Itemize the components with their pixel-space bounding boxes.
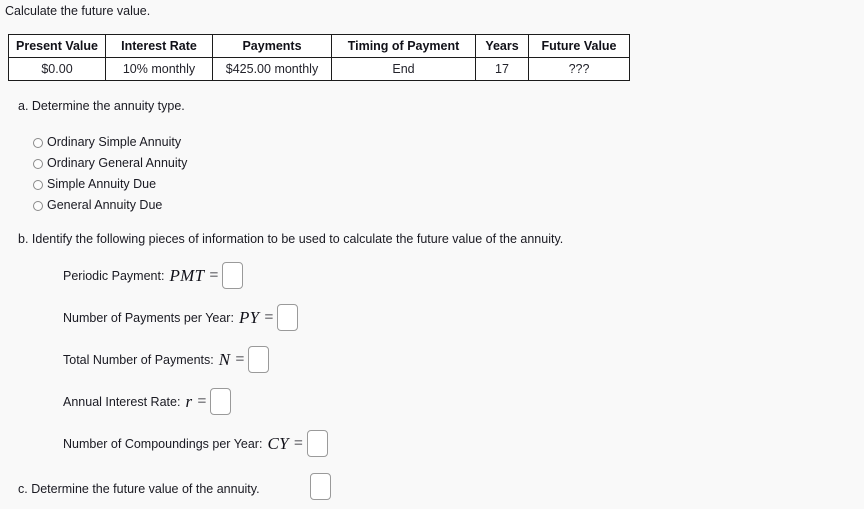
radio-label: Ordinary Simple Annuity bbox=[47, 135, 182, 149]
radio-option-ordinary-general-annuity[interactable]: Ordinary General Annuity bbox=[33, 153, 187, 174]
annuity-data-table: Present Value Interest Rate Payments Tim… bbox=[8, 34, 630, 81]
equals-sign: = bbox=[197, 392, 207, 410]
table-header-interest-rate: Interest Rate bbox=[105, 34, 213, 58]
equals-sign: = bbox=[235, 350, 245, 368]
input-periodic-payment[interactable] bbox=[222, 262, 244, 289]
field-total-number-of-payments: Total Number of Payments: N = bbox=[63, 346, 270, 373]
input-annual-interest-rate[interactable] bbox=[210, 388, 232, 415]
equals-sign: = bbox=[293, 434, 303, 452]
radio-option-simple-annuity-due[interactable]: Simple Annuity Due bbox=[33, 174, 187, 195]
radio-option-ordinary-simple-annuity[interactable]: Ordinary Simple Annuity bbox=[33, 132, 187, 153]
table-header-row: Present Value Interest Rate Payments Tim… bbox=[8, 34, 630, 58]
cell-timing-of-payment: End bbox=[331, 57, 476, 81]
table-header-payments: Payments bbox=[212, 34, 332, 58]
cell-payments: $425.00 monthly bbox=[212, 57, 332, 81]
equals-sign: = bbox=[209, 266, 219, 284]
field-label: Annual Interest Rate: bbox=[63, 394, 181, 409]
radio-circle-icon[interactable] bbox=[33, 137, 43, 148]
field-label: Total Number of Payments: bbox=[63, 352, 214, 367]
field-payments-per-year: Number of Payments per Year: PY = bbox=[63, 304, 299, 331]
part-a-prompt: a. Determine the annuity type. bbox=[18, 99, 185, 113]
math-symbol-cy: CY bbox=[267, 434, 289, 453]
part-b-prompt: b. Identify the following pieces of info… bbox=[18, 232, 564, 246]
math-symbol-py: PY bbox=[238, 308, 260, 327]
equals-sign: = bbox=[264, 308, 274, 326]
radio-circle-icon[interactable] bbox=[33, 158, 43, 169]
field-label: Number of Compoundings per Year: bbox=[63, 436, 263, 451]
cell-years: 17 bbox=[475, 57, 529, 81]
math-symbol-r: r bbox=[185, 392, 193, 411]
radio-label: Ordinary General Annuity bbox=[47, 156, 188, 170]
cell-future-value: ??? bbox=[528, 57, 630, 81]
input-compoundings-per-year[interactable] bbox=[306, 430, 328, 457]
field-label: Number of Payments per Year: bbox=[63, 310, 234, 325]
cell-interest-rate: 10% monthly bbox=[105, 57, 213, 81]
field-label: Periodic Payment: bbox=[63, 268, 165, 283]
input-future-value[interactable] bbox=[310, 473, 331, 500]
field-periodic-payment: Periodic Payment: PMT = bbox=[63, 262, 244, 289]
math-symbol-n: N bbox=[218, 350, 231, 369]
radio-label: Simple Annuity Due bbox=[47, 177, 157, 191]
radio-label: General Annuity Due bbox=[47, 198, 163, 212]
table-header-years: Years bbox=[475, 34, 529, 58]
table-row: $0.00 10% monthly $425.00 monthly End 17… bbox=[8, 57, 630, 81]
math-symbol-pmt: PMT bbox=[169, 266, 205, 285]
cell-present-value: $0.00 bbox=[8, 57, 106, 81]
radio-circle-icon[interactable] bbox=[33, 200, 43, 211]
annuity-type-radio-group: Ordinary Simple Annuity Ordinary General… bbox=[33, 132, 187, 216]
table-header-present-value: Present Value bbox=[8, 34, 106, 58]
input-total-number-of-payments[interactable] bbox=[248, 346, 270, 373]
table-header-future-value: Future Value bbox=[528, 34, 630, 58]
radio-option-general-annuity-due[interactable]: General Annuity Due bbox=[33, 195, 187, 216]
input-payments-per-year[interactable] bbox=[277, 304, 299, 331]
part-c-prompt: c. Determine the future value of the ann… bbox=[18, 482, 260, 496]
table-header-timing-of-payment: Timing of Payment bbox=[331, 34, 476, 58]
field-annual-interest-rate: Annual Interest Rate: r = bbox=[63, 388, 232, 415]
radio-circle-icon[interactable] bbox=[33, 179, 43, 190]
field-compoundings-per-year: Number of Compoundings per Year: CY = bbox=[63, 430, 328, 457]
question-intro: Calculate the future value. bbox=[5, 4, 151, 18]
